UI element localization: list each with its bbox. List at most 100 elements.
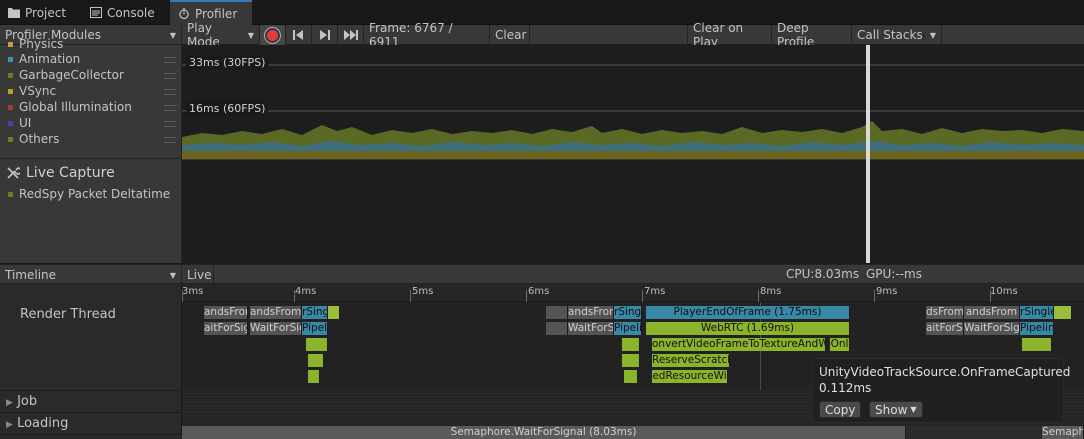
profiler-sample[interactable]: [624, 370, 638, 383]
play-mode-dropdown[interactable]: Play Mode ▼: [182, 21, 260, 49]
fps-line-60: 16ms (60FPS): [186, 101, 269, 116]
drag-handle-icon[interactable]: [164, 105, 176, 111]
thread-more: [0, 434, 182, 439]
thread-render-label: Render Thread: [20, 307, 116, 322]
live-label: Live: [187, 268, 212, 282]
module-row[interactable]: Others: [0, 131, 182, 147]
profiler-sample[interactable]: Pipeline: [1020, 322, 1054, 335]
tick-mark: [294, 290, 295, 302]
timeline-header: Timeline ▼ Live CPU:8.03ms GPU:--ms: [0, 264, 1084, 285]
profiler-sample[interactable]: WaitForSig: [964, 322, 1020, 335]
module-row[interactable]: RedSpy Packet Deltatime: [0, 186, 182, 202]
live-toggle[interactable]: Live: [182, 265, 214, 285]
thread-loading[interactable]: ▶ Loading: [0, 412, 182, 434]
previous-frame-button[interactable]: [286, 25, 312, 45]
tooltip-duration: 0.112ms: [819, 381, 872, 395]
module-row[interactable]: Global Illumination: [0, 99, 182, 115]
module-label: VSync: [19, 84, 57, 98]
profiler-sample[interactable]: Pipeli: [302, 322, 328, 335]
profiler-sample[interactable]: [622, 338, 640, 351]
clear-on-play-toggle[interactable]: Clear on Play: [687, 21, 772, 49]
profiler-sample[interactable]: WebRTC (1.69ms): [646, 322, 850, 335]
drag-handle-icon[interactable]: [164, 57, 176, 63]
profiler-sample[interactable]: Pipeli: [614, 322, 642, 335]
thread-job[interactable]: ▶ Job: [0, 390, 182, 412]
copy-button[interactable]: Copy: [819, 401, 862, 418]
profiler-sample[interactable]: PlayerEndOfFrame (1.75ms): [646, 306, 850, 319]
expand-arrow-icon[interactable]: ▶: [6, 398, 13, 408]
thread-render[interactable]: Render Thread: [0, 302, 182, 390]
tab-profiler-label: Profiler: [195, 6, 238, 21]
profiler-sample[interactable]: rSingleC: [1020, 306, 1054, 319]
drag-handle-icon[interactable]: [164, 73, 176, 79]
module-color-swatch: [8, 72, 13, 78]
profiler-sample[interactable]: [546, 322, 568, 335]
expand-arrow-icon[interactable]: ▶: [6, 420, 13, 430]
profiler-sample[interactable]: Semaph: [1042, 426, 1084, 439]
live-capture-header[interactable]: Live Capture: [0, 163, 182, 183]
profiler-sample[interactable]: edResourceWi: [652, 370, 728, 383]
drag-handle-icon[interactable]: [164, 89, 176, 95]
profiler-sample[interactable]: andsFrom: [204, 306, 248, 319]
module-label: Physics: [19, 37, 64, 51]
frame-time-area-vsync: [182, 151, 1084, 159]
profiler-sample[interactable]: Onl: [830, 338, 850, 351]
profiler-sample[interactable]: [546, 306, 568, 319]
profiler-sample[interactable]: dsFrom: [926, 306, 964, 319]
record-button[interactable]: [260, 25, 286, 45]
tick-mark: [526, 290, 527, 302]
profiler-sample[interactable]: [622, 354, 640, 367]
profiler-sample[interactable]: [1054, 306, 1072, 319]
clear-button[interactable]: Clear: [490, 25, 530, 45]
profiler-sample[interactable]: aitForSig: [926, 322, 964, 335]
module-row[interactable]: UI: [0, 115, 182, 131]
clear-button-label: Clear: [495, 28, 527, 42]
tick-mark: [182, 290, 183, 302]
module-row[interactable]: Physics: [0, 36, 182, 52]
profiler-sample[interactable]: ReserveScratch: [652, 354, 730, 367]
view-mode-dropdown[interactable]: Timeline ▼: [0, 265, 182, 285]
tick-label: 8ms: [760, 286, 782, 297]
drag-handle-icon[interactable]: [164, 137, 176, 143]
module-row[interactable]: VSync: [0, 83, 182, 99]
divider: [0, 158, 182, 159]
next-frame-button[interactable]: [312, 25, 338, 45]
show-dropdown[interactable]: Show ▼: [869, 401, 923, 418]
call-stacks-dropdown[interactable]: Call Stacks ▼: [852, 25, 942, 45]
profiler-sample[interactable]: Semaphore.WaitForSignal (8.03ms): [182, 426, 906, 439]
profiler-sample[interactable]: [1022, 338, 1052, 351]
module-row[interactable]: GarbageCollector: [0, 67, 182, 83]
module-row[interactable]: Animation: [0, 51, 182, 67]
profiler-sample[interactable]: [328, 306, 340, 319]
ruler-gutter: [0, 284, 182, 302]
tick-label: 7ms: [644, 286, 666, 297]
copy-button-label: Copy: [825, 402, 856, 417]
module-color-swatch: [8, 136, 13, 142]
module-color-swatch: [8, 191, 13, 197]
current-frame-button[interactable]: [338, 25, 364, 45]
step-forward-icon: [320, 30, 330, 40]
profiler-sample[interactable]: WaitForSig: [568, 322, 614, 335]
profiler-sample[interactable]: onvertVideoFrameToTextureAndW: [652, 338, 826, 351]
profiler-sample[interactable]: [308, 354, 324, 367]
profiler-sample[interactable]: [308, 370, 320, 383]
deep-profile-toggle[interactable]: Deep Profile: [772, 21, 852, 49]
profiler-sample[interactable]: [306, 338, 328, 351]
profiler-sample[interactable]: andsFrom: [964, 306, 1020, 319]
time-ruler[interactable]: 3ms 4ms 5ms 6ms 7ms 8ms 9ms 10ms: [182, 284, 1084, 302]
cpu-usage-chart[interactable]: 33ms (30FPS) 16ms (60FPS): [182, 45, 1084, 263]
module-label: Animation: [19, 52, 81, 66]
profiler-sample[interactable]: andsFrom: [250, 306, 302, 319]
tick-mark: [874, 290, 875, 302]
drag-handle-icon[interactable]: [164, 121, 176, 127]
tab-project[interactable]: Project: [0, 0, 74, 25]
tab-console[interactable]: Console: [82, 0, 163, 25]
profiler-sample[interactable]: aitForSig: [204, 322, 248, 335]
module-label: RedSpy Packet Deltatime: [19, 187, 171, 201]
profiler-sample[interactable]: WaitForSig: [250, 322, 302, 335]
profiler-sample[interactable]: andsFrom: [568, 306, 614, 319]
profiler-sample[interactable]: rSingle: [302, 306, 328, 319]
module-color-swatch: [8, 120, 13, 126]
profiler-sample[interactable]: rSingle: [614, 306, 642, 319]
